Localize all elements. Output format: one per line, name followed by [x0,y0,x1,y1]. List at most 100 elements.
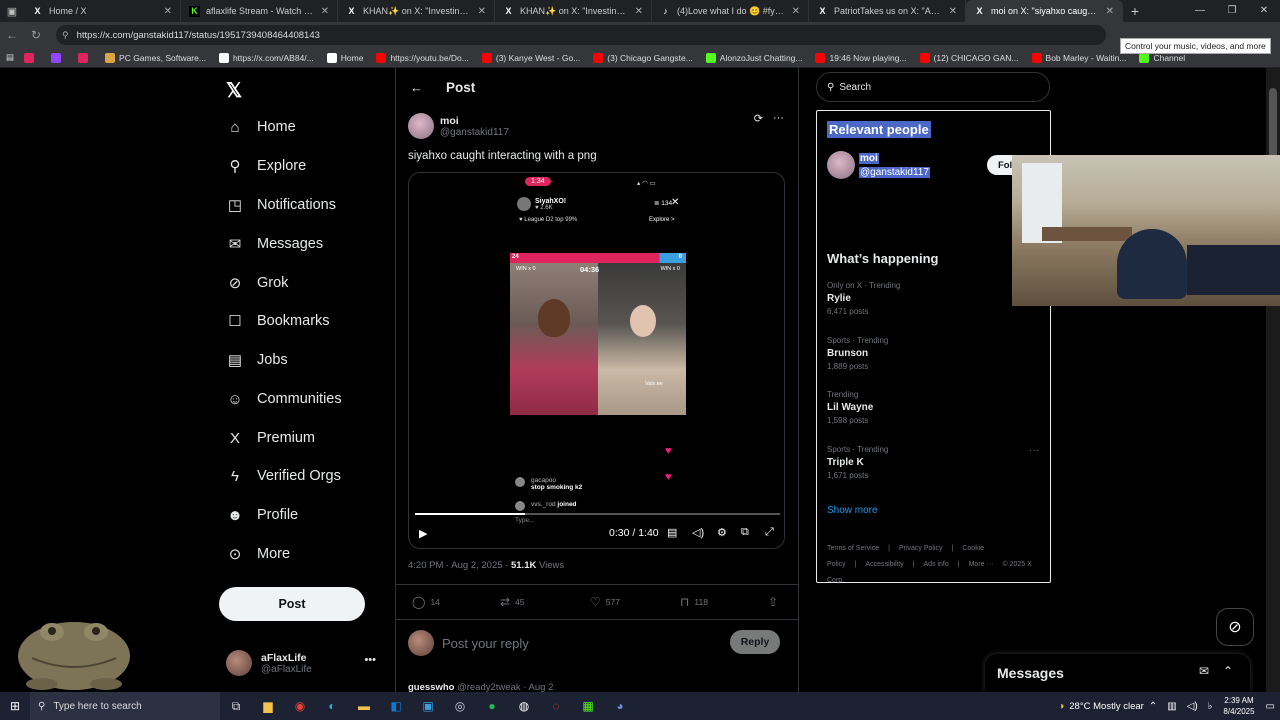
chevron-up-icon[interactable]: ⌃ [1149,701,1157,712]
edge-icon[interactable]: ◐ [316,692,348,720]
messages-drawer[interactable]: Messages ✉ ⌃ [985,654,1250,692]
chrome-icon[interactable]: ◉ [284,692,316,720]
post-more-icon[interactable]: ··· [773,112,784,125]
bookmark-item[interactable]: https://x.com/AB84/... [218,52,314,63]
outlook-icon[interactable]: ◧ [380,692,412,720]
bookmark-item[interactable]: https://youtu.be/Do... [376,52,469,63]
person-name[interactable]: moi [859,153,879,164]
grok-explain-icon[interactable]: ⟳ [754,112,763,125]
repost-action[interactable]: ⇄ 45 [500,595,525,609]
bookmark-item[interactable] [24,52,38,63]
footer-link[interactable]: Terms of Service [827,545,879,552]
tab-close-icon[interactable]: ✕ [321,6,329,17]
site-info-icon[interactable]: ⚲ [62,30,69,41]
file-explorer-icon[interactable]: ▆ [252,692,284,720]
reply-button[interactable]: Reply [730,630,780,654]
bookmark-item[interactable]: Home [326,52,363,63]
search-input[interactable]: ⚲ Search [816,72,1050,102]
footer-link[interactable]: Ads info [923,561,948,568]
settings-gear-icon[interactable]: ⚙ [717,526,727,539]
author-name[interactable]: moi [440,115,509,127]
task-view-icon[interactable]: ⧉ [220,692,252,720]
address-bar[interactable]: ⚲ https://x.com/ganstakid117/status/1951… [56,25,1106,45]
nav-item-explore[interactable]: ⚲ Explore [226,152,307,180]
person-handle[interactable]: @ganstakid117 [859,167,930,178]
bookmark-item[interactable]: (3) Chicago Gangste... [593,52,693,63]
bookmark-item[interactable] [51,52,65,63]
bookmark-item[interactable]: PC Games, Software... [105,52,206,63]
browser-tab[interactable]: Kaflaxlife Stream - Watch Live on Ki ✕ [181,0,338,22]
bookmark-item[interactable]: Channel [1139,52,1185,63]
nav-item-messages[interactable]: ✉ Messages [226,230,323,258]
nav-item-jobs[interactable]: ▤ Jobs [226,346,288,374]
volume-icon[interactable]: ◁) [1187,701,1198,712]
close-window-icon[interactable]: ✕ [1248,0,1280,22]
discord-icon[interactable]: ◕ [604,692,636,720]
grok-floating-button[interactable]: ⊘ [1216,608,1254,646]
nav-item-grok[interactable]: ⊘ Grok [226,269,289,297]
fullscreen-icon[interactable]: ⤢ [765,526,774,539]
network-icon[interactable]: ▥ [1167,701,1176,712]
account-switcher[interactable]: aFlaxLife @aFlaxLife ••• [226,648,376,678]
browser-tab[interactable]: X KHAN✨ on X: "Investing in wom ✕ [338,0,495,22]
video-progress-bar[interactable] [415,513,780,515]
footer-link[interactable]: Accessibility [866,561,904,568]
spotify-icon[interactable]: ● [476,692,508,720]
footer-link[interactable]: Privacy Policy [899,545,943,552]
browser-tab[interactable]: X KHAN✨ on X: "Investing in wom ✕ [495,0,652,22]
picture-in-picture-icon[interactable]: ⧉ [741,526,749,539]
bookmark-item[interactable]: 19:46 Now playing... [815,52,907,63]
nav-item-premium[interactable]: X Premium [226,424,315,452]
browser-tab[interactable]: X PatriotTakes us on X: "Another ca ✕ [809,0,966,22]
nav-item-home[interactable]: ⌂ Home [226,113,295,141]
terminal-icon[interactable]: ▦ [572,692,604,720]
maximize-icon[interactable]: ❐ [1216,0,1248,22]
nav-item-verified-orgs[interactable]: ϟ Verified Orgs [226,462,341,490]
tab-close-icon[interactable]: ✕ [635,6,643,17]
trend-item[interactable]: Only on X · Trending Rylie 6,471 posts [827,281,1039,316]
avatar[interactable] [827,151,855,179]
nav-item-more[interactable]: ⊙ More [226,540,290,568]
apps-icon[interactable]: ▤ [6,52,14,63]
trend-item[interactable]: Trending Lil Wayne 1,598 posts [827,390,1039,425]
weather-text[interactable]: 28°C Mostly clear [1069,701,1144,712]
more-dots-icon[interactable]: ••• [364,654,376,666]
nav-item-communities[interactable]: ☺ Communities [226,385,341,413]
app-icon[interactable]: ◌ [540,692,572,720]
steam-icon[interactable]: ◎ [444,692,476,720]
x-logo-icon[interactable]: 𝕏 [226,78,242,103]
compose-message-icon[interactable]: ✉ [1199,664,1209,678]
tab-close-icon[interactable]: ✕ [164,6,172,17]
tab-close-icon[interactable]: ✕ [792,6,800,17]
trend-more-icon[interactable]: ··· [1029,445,1039,456]
back-icon[interactable]: ← [0,28,24,42]
windows-start-icon[interactable]: ⊞ [0,699,30,713]
browser-tab[interactable]: X Home / X ✕ [24,0,181,22]
post-timestamp[interactable]: 4:20 PM · Aug 2, 2025 · [408,560,508,571]
post-button[interactable]: Post [219,587,365,621]
tab-close-icon[interactable]: ✕ [1106,6,1114,17]
trend-item[interactable]: Sports · Trending Triple K 1,671 posts ··· [827,445,1039,480]
nav-item-notifications[interactable]: ◳ Notifications [226,191,336,219]
bookmark-action[interactable]: ⊓ 118 [680,595,708,609]
taskbar-clock[interactable]: 2:39 AM 8/4/2025 [1223,695,1254,717]
nav-item-profile[interactable]: ☻ Profile [226,501,298,529]
author-avatar[interactable] [408,113,434,139]
volume-icon[interactable]: ◁) [692,526,704,539]
browser-tab[interactable]: Xmoi on X: "siyahxo caught intera ✕ [966,0,1123,22]
play-icon[interactable]: ▶ [419,527,427,540]
bookmark-item[interactable] [78,52,92,63]
relevant-person[interactable]: moi @ganstakid117 Follow [827,151,1039,179]
reply-action[interactable]: ◯ 14 [412,595,440,609]
post-author[interactable]: moi @ganstakid117 [408,112,509,140]
new-tab-button[interactable]: + [1123,3,1147,19]
captions-icon[interactable]: ▤ [667,526,677,539]
bookmark-item[interactable]: (3) Kanye West - Go... [481,52,580,63]
author-handle[interactable]: @ganstakid117 [440,127,509,138]
back-arrow-icon[interactable]: ← [410,80,424,95]
microphone-icon[interactable]: ♭ [1208,701,1213,712]
share-action[interactable]: ⇧ [768,595,783,609]
like-action[interactable]: ♡ 577 [590,595,620,609]
trend-item[interactable]: Sports · Trending Brunson 1,889 posts [827,336,1039,371]
obs-icon[interactable]: ◍ [508,692,540,720]
